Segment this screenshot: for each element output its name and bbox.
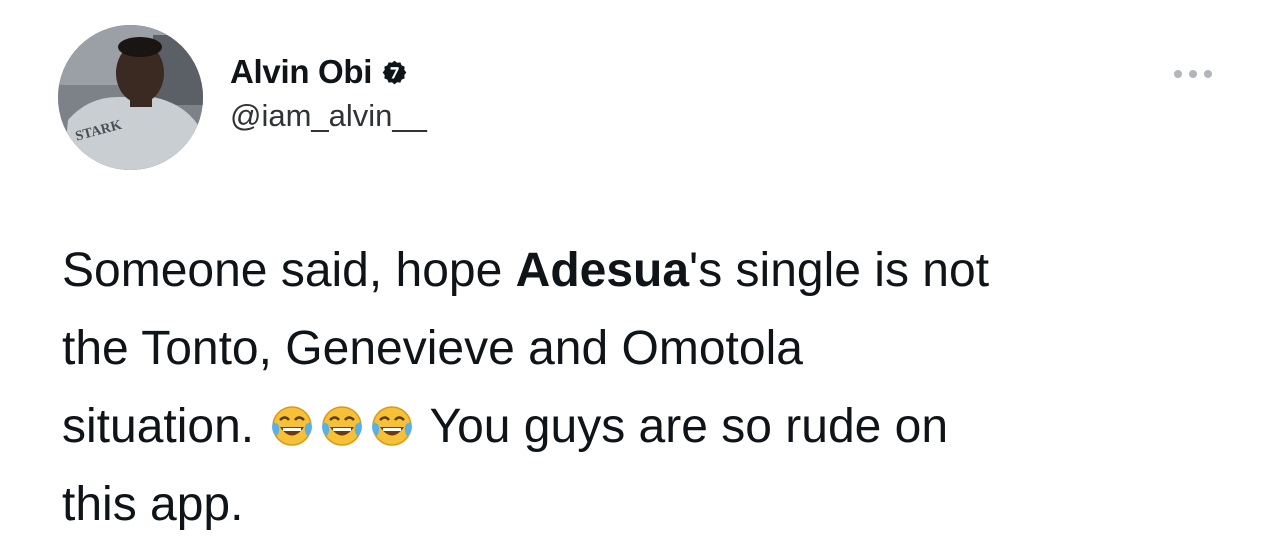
tweet-author: Alvin Obi @iam_alvin__ bbox=[230, 52, 427, 134]
tweet-line-2: the Tonto, Genevieve and Omotola bbox=[62, 322, 803, 375]
face-with-tears-of-joy-icon bbox=[319, 394, 365, 446]
author-handle[interactable]: @iam_alvin__ bbox=[230, 98, 427, 134]
face-with-tears-of-joy-icon bbox=[269, 394, 315, 446]
face-with-tears-of-joy-icon bbox=[369, 394, 415, 446]
emoji-group bbox=[269, 400, 419, 453]
tweet-text-segment: situation. bbox=[62, 400, 255, 453]
verified-badge-icon bbox=[381, 59, 408, 86]
avatar-photo: STARK bbox=[58, 25, 203, 170]
tweet-text-segment: 's single is not bbox=[689, 244, 990, 297]
more-options-button[interactable] bbox=[1168, 62, 1218, 86]
tweet-line-1: Someone said, hope Adesua's single is no… bbox=[62, 232, 1242, 310]
tweet-body: Someone said, hope Adesua's single is no… bbox=[62, 232, 1242, 544]
tweet-text-segment: You guys are so rude on bbox=[429, 400, 949, 453]
tweet-line-3: situation. You guys are so rude on bbox=[62, 388, 1242, 466]
display-name-row: Alvin Obi bbox=[230, 52, 427, 92]
tweet-line-4: this app. bbox=[62, 478, 244, 531]
more-horizontal-icon bbox=[1174, 70, 1212, 78]
tweet-card: STARK Alvin Obi @iam_alvin__ Someone sai… bbox=[0, 0, 1280, 557]
author-display-name[interactable]: Alvin Obi bbox=[230, 53, 372, 91]
tweet-text-segment: Someone said, hope bbox=[62, 244, 516, 297]
avatar[interactable]: STARK bbox=[58, 25, 203, 170]
tweet-bold-name: Adesua bbox=[515, 244, 690, 297]
